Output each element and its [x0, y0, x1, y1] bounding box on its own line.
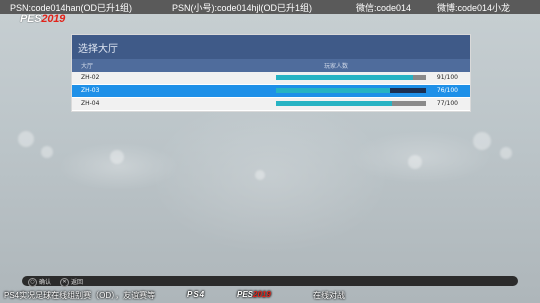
- player-count: 77/100: [436, 100, 458, 107]
- bokeh-light: [110, 150, 124, 164]
- confirm-button[interactable]: ○ 确认: [28, 277, 51, 287]
- pes-logo: PES2019: [20, 13, 66, 25]
- ps4-logo: PS4: [187, 290, 206, 299]
- bokeh-light: [41, 146, 53, 158]
- lobby-name: ZH-04: [81, 100, 100, 107]
- player-count-fill: [276, 101, 392, 106]
- bokeh-light: [408, 155, 422, 169]
- back-button[interactable]: ✕ 返回: [60, 277, 83, 287]
- lobby-name: ZH-03: [81, 87, 100, 94]
- psn-alt-id: PSN(小号):code014hjl(OD已升1组): [172, 3, 313, 13]
- bokeh-light: [473, 132, 491, 150]
- cross-icon: ✕: [60, 278, 69, 287]
- player-count-bar: [276, 75, 426, 80]
- streamer-info-bar: PSN:code014han(OD已升1组) PSN(小号):code014hj…: [0, 0, 540, 14]
- lobby-row[interactable]: ZH-04 77/100: [72, 98, 470, 111]
- button-hint-bar: ○ 确认 ✕ 返回: [22, 276, 518, 287]
- bokeh-light: [18, 131, 34, 147]
- lobby-select-panel: 选择大厅 大厅 玩家人数 ZH-02 91/100 ZH-03 76/100 Z…: [71, 34, 471, 112]
- player-count: 76/100: [436, 87, 458, 94]
- table-header: 大厅 玩家人数: [72, 59, 470, 72]
- player-count-bar: [276, 88, 426, 93]
- player-count-bar: [276, 101, 426, 106]
- lobby-row[interactable]: ZH-02 91/100: [72, 72, 470, 85]
- player-count-fill: [276, 88, 390, 93]
- page-title: 选择大厅: [78, 44, 118, 55]
- player-count: 91/100: [436, 74, 458, 81]
- caption-right: 在线对战: [313, 291, 345, 300]
- bokeh-light: [255, 170, 265, 180]
- lobby-row-selected[interactable]: ZH-03 76/100: [72, 85, 470, 98]
- lobby-name: ZH-02: [81, 74, 100, 81]
- player-count-fill: [276, 75, 413, 80]
- pes-caption-logo: PES2019: [237, 290, 271, 299]
- circle-icon: ○: [28, 278, 37, 287]
- weibo-id: 微博:code014小龙: [437, 3, 511, 13]
- stream-caption: PS4实况足球在线组别赛（OD），友谊赛等 PS4 PES2019 在线对战: [0, 288, 540, 303]
- bokeh-light: [500, 147, 512, 159]
- column-header-players: 玩家人数: [324, 63, 349, 70]
- caption-left: PS4实况足球在线组别赛（OD），友谊赛等: [4, 291, 156, 300]
- wechat-id: 微信:code014: [356, 3, 412, 13]
- column-header-lobby: 大厅: [81, 63, 94, 70]
- panel-title-bar: 选择大厅: [72, 35, 470, 59]
